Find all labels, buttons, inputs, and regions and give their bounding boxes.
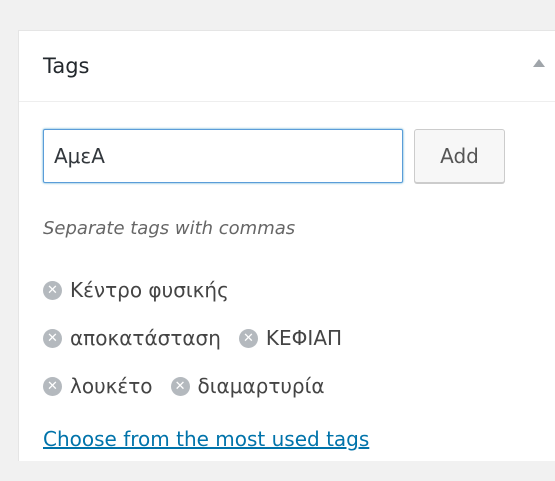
separate-tags-hint: Separate tags with commas — [43, 218, 296, 239]
tag-item: ✕ αποκατάσταση — [43, 326, 221, 350]
tag-label: διαμαρτυρία — [197, 374, 325, 398]
remove-circle-icon[interactable]: ✕ — [170, 376, 190, 396]
tag-label: λουκέτο — [70, 374, 153, 398]
tag-item: ✕ Κέντρο φυσικής — [43, 278, 229, 302]
tag-input[interactable] — [43, 129, 403, 183]
tag-label: αποκατάσταση — [70, 326, 221, 350]
tag-label: Κέντρο φυσικής — [70, 278, 229, 302]
panel-title: Tags — [43, 54, 90, 78]
remove-circle-icon[interactable]: ✕ — [43, 376, 62, 396]
tag-row: ✕ αποκατάσταση ✕ ΚΕΦΙΑΠ — [43, 314, 543, 362]
tag-item: ✕ διαμαρτυρία — [170, 374, 325, 398]
add-button[interactable]: Add — [414, 129, 505, 183]
tags-panel: Tags Add Separate tags with commas ✕ Κέν… — [18, 30, 555, 461]
tag-list: ✕ Κέντρο φυσικής ✕ αποκατάσταση ✕ ΚΕΦΙΑΠ… — [43, 266, 543, 410]
remove-circle-icon[interactable]: ✕ — [43, 280, 62, 300]
triangle-up-icon[interactable] — [533, 59, 545, 67]
tag-item: ✕ ΚΕΦΙΑΠ — [238, 326, 343, 350]
tag-label: ΚΕΦΙΑΠ — [265, 326, 343, 350]
remove-circle-icon[interactable]: ✕ — [238, 328, 258, 348]
tag-row: ✕ Κέντρο φυσικής — [43, 266, 543, 314]
tag-row: ✕ λουκέτο ✕ διαμαρτυρία — [43, 362, 543, 410]
tag-item: ✕ λουκέτο — [43, 374, 153, 398]
most-used-tags-link[interactable]: Choose from the most used tags — [43, 427, 369, 451]
panel-header[interactable]: Tags — [19, 31, 555, 102]
remove-circle-icon[interactable]: ✕ — [43, 328, 62, 348]
